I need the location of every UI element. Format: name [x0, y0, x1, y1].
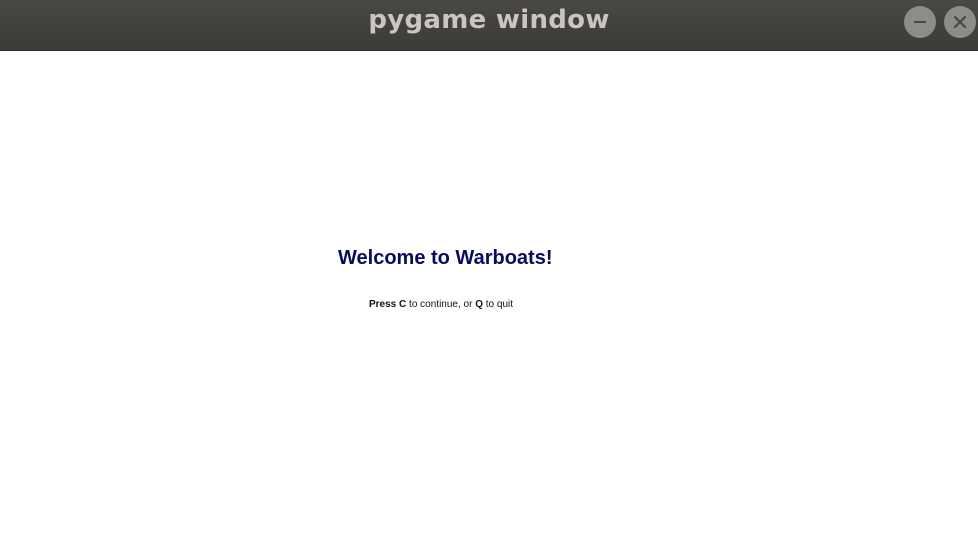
close-button[interactable]	[944, 6, 976, 38]
continue-key: C	[399, 299, 407, 310]
title-bar[interactable]: pygame window	[0, 0, 978, 51]
instructions-text: Press C to continue, or Q to quit	[369, 299, 513, 310]
quit-text: to quit	[485, 299, 514, 310]
quit-key: Q	[475, 299, 483, 310]
window-title: pygame window	[368, 5, 610, 35]
minimize-button[interactable]	[904, 6, 936, 38]
close-icon	[953, 15, 967, 29]
press-label: Press	[369, 299, 397, 310]
welcome-heading: Welcome to Warboats!	[338, 247, 553, 269]
continue-text: to continue, or	[409, 299, 473, 310]
minimize-icon	[914, 21, 926, 23]
pygame-window: pygame window Welcome to Warboats! Press…	[0, 0, 978, 544]
game-canvas[interactable]: Welcome to Warboats! Press C to continue…	[0, 51, 978, 544]
